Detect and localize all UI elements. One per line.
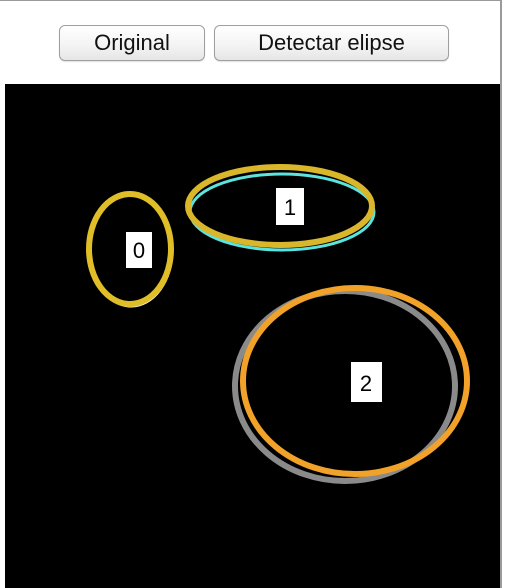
window-right-border	[500, 0, 502, 588]
ellipse-image: 0 1 2	[86, 164, 470, 484]
ellipse-2-label: 2	[360, 371, 372, 396]
original-button[interactable]: Original	[59, 25, 205, 61]
ellipse-0-label: 0	[133, 238, 145, 263]
ellipse-1-label: 1	[284, 195, 296, 220]
ellipse-0: 0	[86, 191, 174, 308]
ellipse-1: 1	[185, 164, 376, 252]
ellipse-2: 2	[232, 285, 470, 484]
detect-ellipse-button[interactable]: Detectar elipse	[214, 25, 449, 61]
image-canvas: 0 1 2	[5, 84, 500, 588]
toolbar: Original Detectar elipse	[0, 0, 500, 84]
